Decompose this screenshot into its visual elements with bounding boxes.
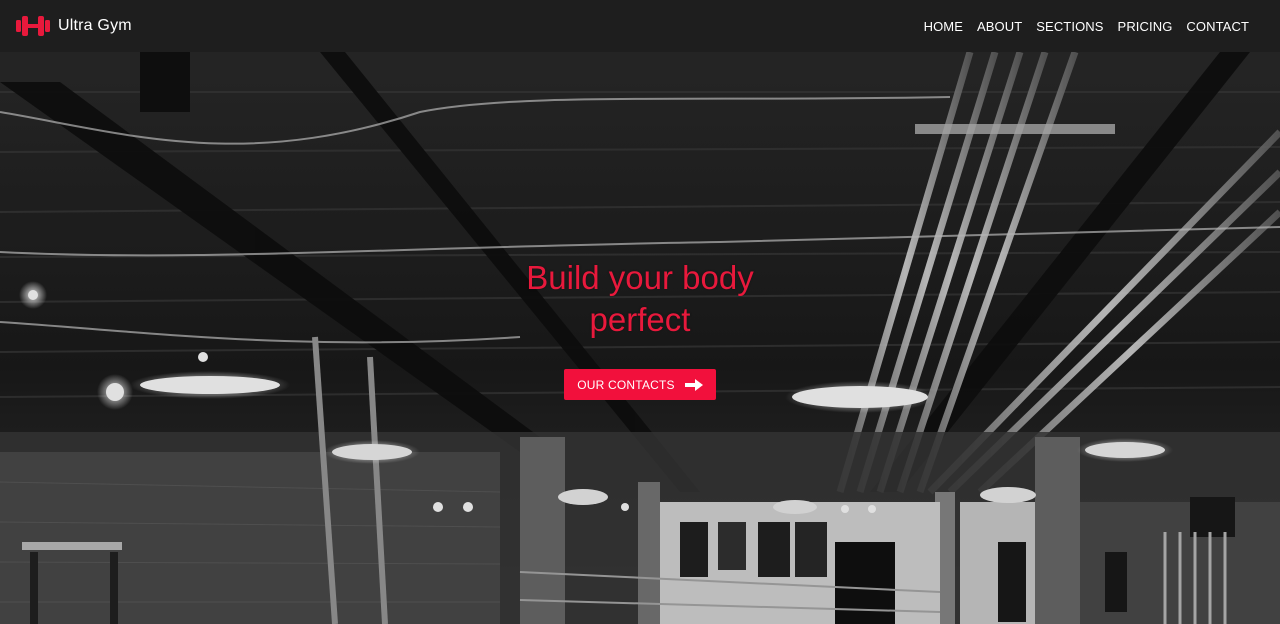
dumbbell-icon bbox=[16, 16, 50, 36]
main-nav: HOME ABOUT SECTIONS PRICING CONTACT bbox=[917, 19, 1256, 34]
brand-name: Ultra Gym bbox=[58, 17, 132, 34]
our-contacts-button[interactable]: OUR CONTACTS bbox=[564, 369, 716, 400]
brand-logo-link[interactable]: Ultra Gym bbox=[16, 15, 132, 37]
nav-sections-link[interactable]: SECTIONS bbox=[1029, 19, 1110, 34]
hero-content: Build your body perfect OUR CONTACTS bbox=[0, 257, 1280, 400]
nav-pricing-link[interactable]: PRICING bbox=[1111, 19, 1180, 34]
our-contacts-button-label: OUR CONTACTS bbox=[577, 377, 675, 392]
navbar: Ultra Gym HOME ABOUT SECTIONS PRICING CO… bbox=[0, 0, 1280, 52]
nav-home-link[interactable]: HOME bbox=[917, 19, 970, 34]
hero-section: Build your body perfect OUR CONTACTS bbox=[0, 52, 1280, 624]
nav-about-link[interactable]: ABOUT bbox=[970, 19, 1029, 34]
hero-title: Build your body perfect bbox=[526, 259, 754, 338]
arrow-right-icon bbox=[684, 378, 703, 391]
nav-contact-link[interactable]: CONTACT bbox=[1179, 19, 1256, 34]
